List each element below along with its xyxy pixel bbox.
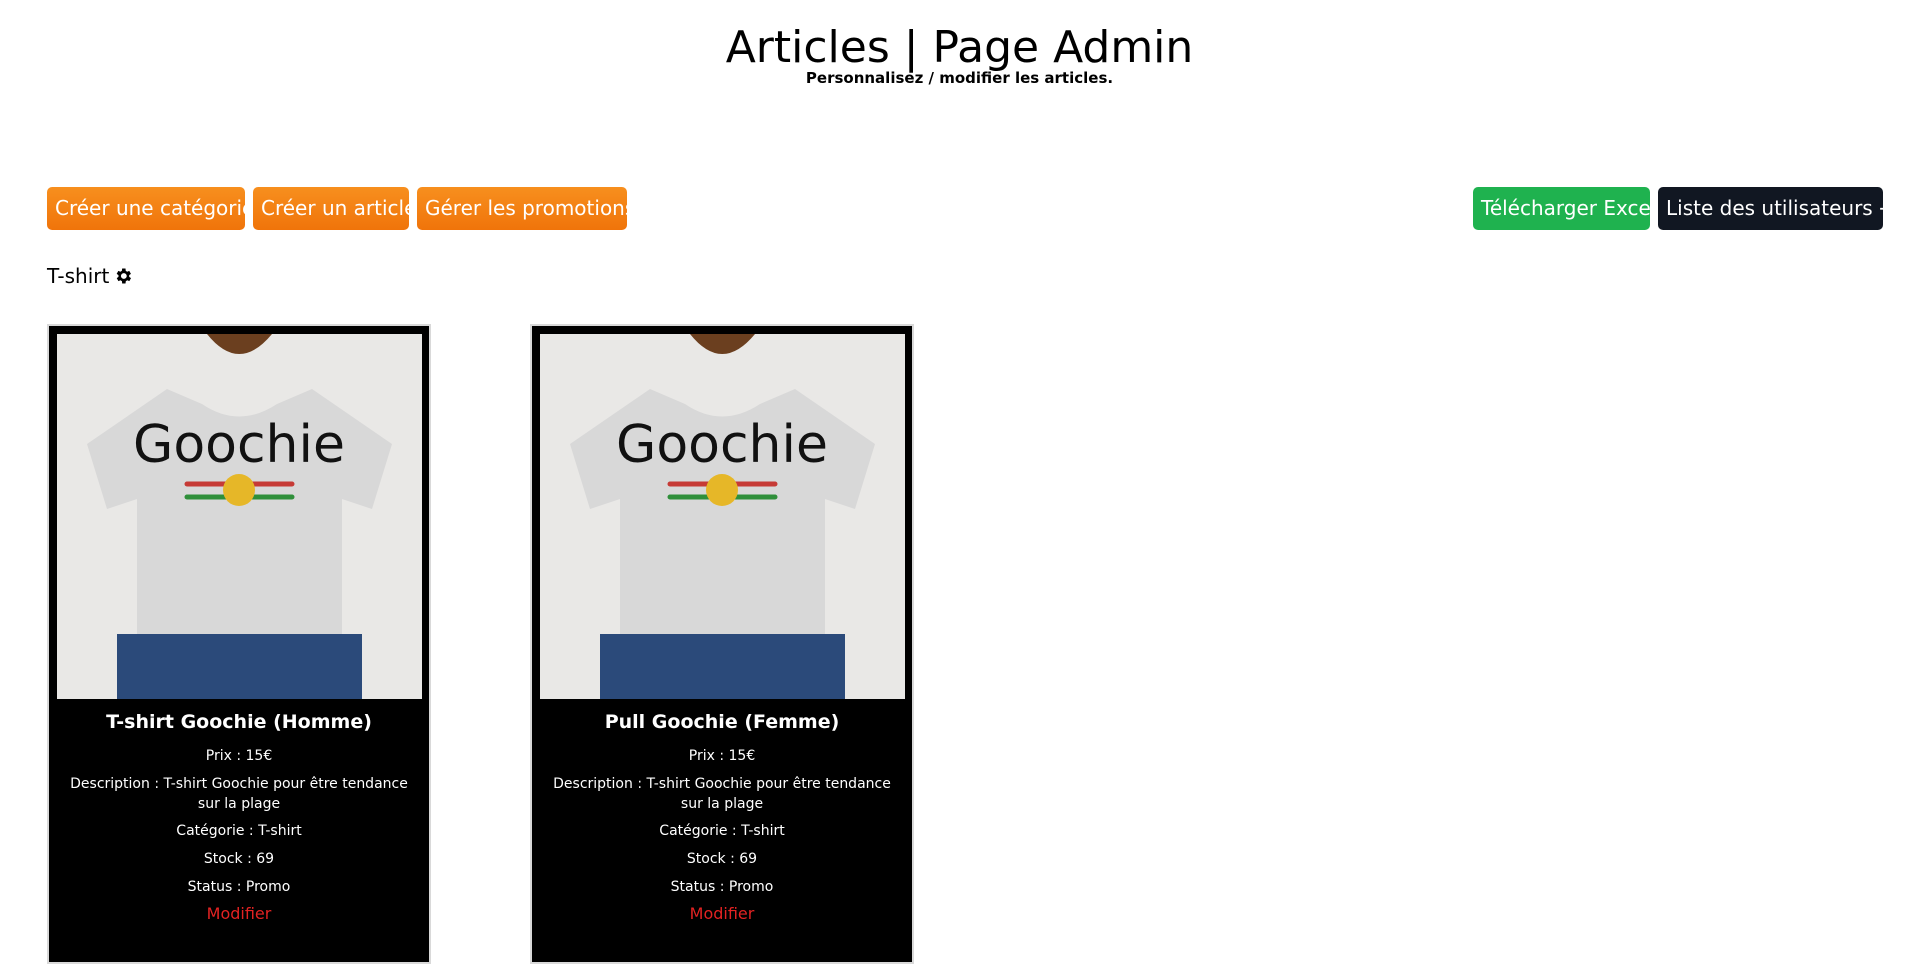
- modify-link[interactable]: Modifier: [532, 904, 912, 923]
- article-price: Prix : 15€: [205, 748, 273, 764]
- page-title: Articles | Page Admin: [725, 22, 1194, 73]
- create-article-button[interactable]: Créer un article: [253, 187, 416, 230]
- article-category: Catégorie : T-shirt: [176, 823, 302, 839]
- category-name: T-shirt: [47, 264, 110, 288]
- modify-link[interactable]: Modifier: [49, 904, 429, 923]
- image-text: Goochie: [616, 415, 828, 475]
- gear-icon[interactable]: [113, 266, 133, 286]
- manage-promotions-button[interactable]: Gérer les promotions: [417, 187, 635, 230]
- article-description: Description : T-shirt Goochie pour être …: [553, 776, 891, 812]
- article-card: Goochie Pull Goochie (Femme) Prix : 15€ …: [530, 324, 914, 964]
- article-status: Status : Promo: [187, 879, 291, 895]
- article-category: Catégorie : T-shirt: [659, 823, 785, 839]
- download-excel-button[interactable]: Télécharger Excel: [1473, 187, 1656, 230]
- users-list-button[interactable]: Liste des utilisateurs →: [1658, 187, 1896, 230]
- page-subtitle: Personnalisez / modifier les articles.: [805, 69, 1114, 87]
- article-description: Description : T-shirt Goochie pour être …: [70, 776, 408, 812]
- article-image: Goochie: [540, 334, 905, 699]
- article-name: T-shirt Goochie (Homme): [106, 711, 372, 733]
- article-image: Goochie: [57, 334, 422, 699]
- image-text: Goochie: [133, 415, 345, 475]
- article-status: Status : Promo: [670, 879, 774, 895]
- article-stock: Stock : 69: [203, 851, 275, 867]
- create-category-button[interactable]: Créer une catégorie: [47, 187, 254, 230]
- article-card: Goochie T-shirt Goochie (Homme) Prix : 1…: [47, 324, 431, 964]
- article-name: Pull Goochie (Femme): [604, 711, 840, 733]
- article-stock: Stock : 69: [686, 851, 758, 867]
- article-price: Prix : 15€: [688, 748, 756, 764]
- category-heading: T-shirt: [47, 264, 133, 288]
